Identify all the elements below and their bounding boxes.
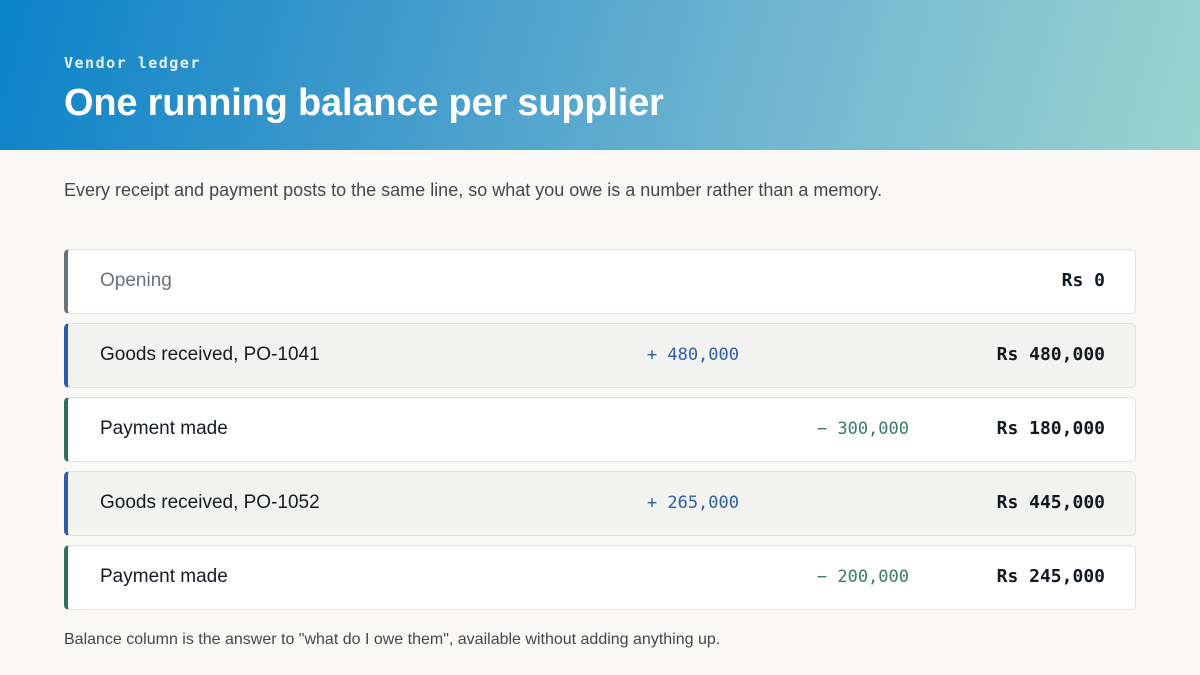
ledger-list: Opening Rs 0 Goods received, PO-1041 + 4… bbox=[64, 249, 1136, 619]
row-balance: Rs 180,000 bbox=[996, 418, 1105, 439]
ledger-row-opening: Opening Rs 0 bbox=[64, 249, 1136, 314]
footnote-text: Balance column is the answer to "what do… bbox=[64, 631, 721, 648]
row-description: Payment made bbox=[100, 418, 228, 439]
row-paid-amount: − 200,000 bbox=[816, 567, 909, 587]
header-banner: Vendor ledger One running balance per su… bbox=[0, 0, 1200, 150]
ledger-row-receipt: Goods received, PO-1052 + 265,000 Rs 445… bbox=[64, 471, 1136, 536]
eyebrow-label: Vendor ledger bbox=[64, 54, 201, 72]
row-description: Goods received, PO-1041 bbox=[100, 344, 320, 365]
row-description: Opening bbox=[100, 270, 172, 291]
row-description: Goods received, PO-1052 bbox=[100, 492, 320, 513]
ledger-row-payment: Payment made − 200,000 Rs 245,000 bbox=[64, 545, 1136, 610]
row-received-amount: + 480,000 bbox=[646, 345, 739, 365]
row-balance: Rs 245,000 bbox=[996, 566, 1105, 587]
row-received-amount: + 265,000 bbox=[646, 493, 739, 513]
row-balance: Rs 0 bbox=[1061, 270, 1105, 291]
row-paid-amount: − 300,000 bbox=[816, 419, 909, 439]
ledger-row-payment: Payment made − 300,000 Rs 180,000 bbox=[64, 397, 1136, 462]
intro-text: Every receipt and payment posts to the s… bbox=[64, 180, 883, 200]
page-title: One running balance per supplier bbox=[64, 82, 664, 124]
ledger-row-receipt: Goods received, PO-1041 + 480,000 Rs 480… bbox=[64, 323, 1136, 388]
row-balance: Rs 445,000 bbox=[996, 492, 1105, 513]
row-balance: Rs 480,000 bbox=[996, 344, 1105, 365]
row-description: Payment made bbox=[100, 566, 228, 587]
